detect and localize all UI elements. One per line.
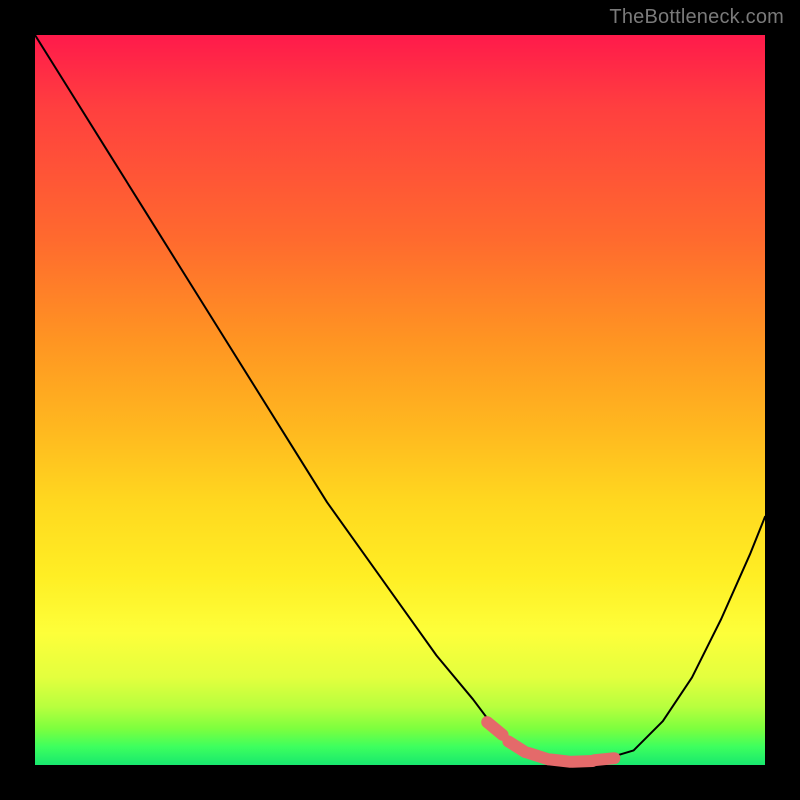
bottleneck-curve (35, 35, 765, 761)
optimal-marker (594, 758, 614, 760)
optimal-marker (508, 741, 525, 752)
optimal-range-markers (487, 722, 614, 762)
curve-svg (35, 35, 765, 765)
chart-frame: TheBottleneck.com (0, 0, 800, 800)
watermark-label: TheBottleneck.com (609, 6, 784, 29)
plot-area (35, 35, 765, 765)
optimal-marker (487, 722, 502, 735)
